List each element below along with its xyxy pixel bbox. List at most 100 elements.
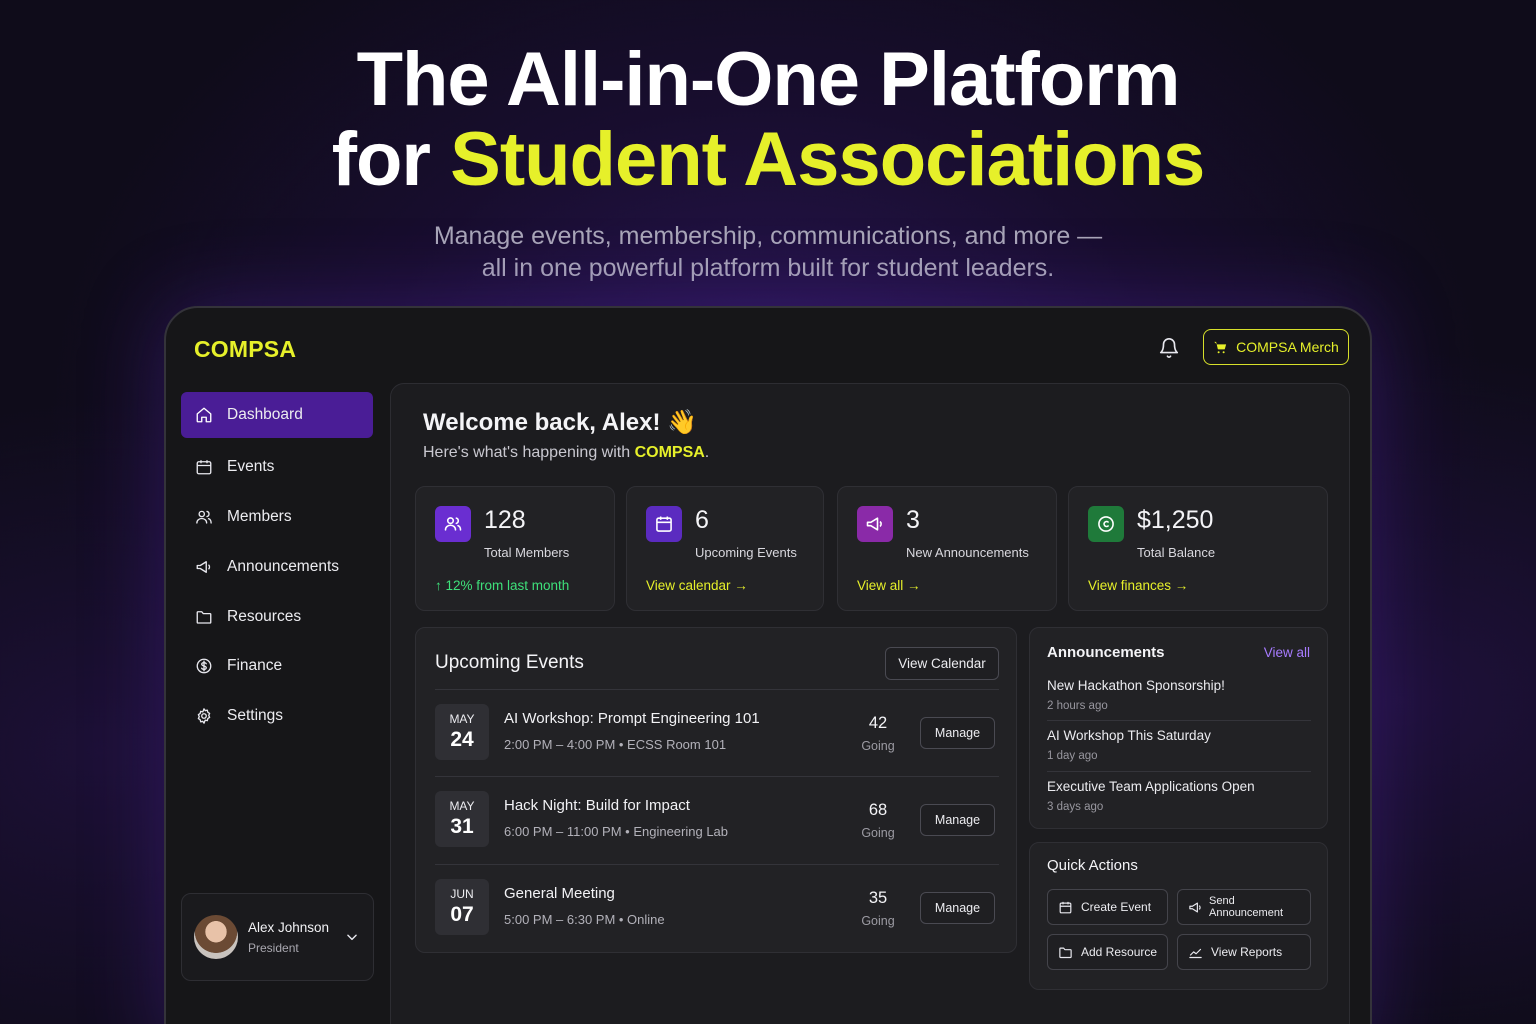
- manage-button[interactable]: Manage: [920, 804, 995, 836]
- event-month: MAY: [449, 712, 475, 726]
- send-announcement-button[interactable]: Send Announcement: [1177, 889, 1311, 925]
- event-row[interactable]: MAY 31 Hack Night: Build for Impact 6:00…: [435, 776, 999, 864]
- event-month: JUN: [450, 887, 474, 901]
- stat-value: 6: [695, 506, 709, 534]
- sidebar-item-label: Settings: [227, 707, 284, 724]
- megaphone-icon: [1188, 900, 1203, 915]
- event-day: 07: [450, 903, 474, 926]
- users-icon: [435, 506, 471, 542]
- event-meta: 6:00 PM – 11:00 PM • Engineering Lab: [504, 824, 729, 839]
- sidebar-item-label: Events: [227, 458, 275, 475]
- sidebar-item-finance[interactable]: Finance: [181, 643, 373, 689]
- hero-title: The All-in-One Platform for Student Asso…: [0, 40, 1536, 200]
- hero-title-line1: The All-in-One Platform: [356, 37, 1181, 122]
- sidebar-item-events[interactable]: Events: [181, 444, 373, 490]
- event-date: MAY 24: [435, 704, 489, 760]
- sidebar-item-settings[interactable]: Settings: [181, 693, 373, 739]
- calendar-icon: [195, 458, 213, 476]
- event-going-label: Going: [861, 739, 895, 753]
- welcome-subtitle-org: COMPSA: [634, 444, 705, 461]
- event-going-count: 42: [868, 714, 888, 732]
- announcement-title: Executive Team Applications Open: [1047, 779, 1255, 794]
- stat-label: Total Members: [484, 545, 570, 560]
- event-row[interactable]: MAY 24 AI Workshop: Prompt Engineering 1…: [435, 689, 999, 777]
- event-day: 31: [450, 815, 474, 838]
- view-calendar-link[interactable]: View calendar →: [646, 578, 748, 593]
- event-date: MAY 31: [435, 791, 489, 847]
- sidebar-item-label: Finance: [227, 657, 283, 674]
- hero-title-prefix: for: [331, 117, 451, 202]
- sidebar-item-resources[interactable]: Resources: [181, 594, 373, 640]
- chart-line-icon: [1188, 945, 1203, 960]
- stat-label: Upcoming Events: [695, 545, 797, 560]
- add-resource-button[interactable]: Add Resource: [1047, 934, 1168, 970]
- folder-icon: [195, 608, 213, 626]
- stat-trend: ↑ 12% from last month: [435, 578, 570, 593]
- manage-button[interactable]: Manage: [920, 892, 995, 924]
- stat-card-members: 128 Total Members ↑ 12% from last month: [415, 486, 615, 611]
- announcement-item[interactable]: AI Workshop This Saturday 1 day ago: [1047, 728, 1311, 762]
- stat-value: 3: [906, 506, 920, 534]
- megaphone-icon: [195, 558, 213, 576]
- stat-label: Total Balance: [1137, 545, 1216, 560]
- merch-button[interactable]: COMPSA Merch: [1203, 329, 1349, 365]
- stat-value: $1,250: [1137, 506, 1214, 534]
- hero-subtitle-line2: all in one powerful platform built for s…: [481, 254, 1055, 282]
- view-calendar-button[interactable]: View Calendar: [885, 647, 999, 680]
- announcement-title: AI Workshop This Saturday: [1047, 728, 1211, 743]
- announcement-item[interactable]: New Hackathon Sponsorship! 2 hours ago: [1047, 678, 1311, 712]
- gear-icon: [195, 707, 213, 725]
- hero-subtitle-line1: Manage events, membership, communication…: [433, 222, 1103, 250]
- announcements-title: Announcements: [1047, 644, 1165, 661]
- calendar-icon: [1058, 900, 1073, 915]
- chevron-down-icon[interactable]: [345, 930, 359, 944]
- event-meta: 2:00 PM – 4:00 PM • ECSS Room 101: [504, 737, 727, 752]
- event-going-count: 68: [868, 801, 888, 819]
- announcement-item[interactable]: Executive Team Applications Open 3 days …: [1047, 779, 1311, 813]
- bell-icon[interactable]: [1158, 336, 1180, 360]
- stat-value: 128: [484, 506, 526, 534]
- sidebar-item-dashboard[interactable]: Dashboard: [181, 392, 373, 438]
- view-all-announcements-link[interactable]: View all →: [857, 578, 921, 593]
- sidebar-item-members[interactable]: Members: [181, 494, 373, 540]
- users-icon: [195, 508, 213, 526]
- events-title: Upcoming Events: [435, 652, 584, 673]
- event-meta: 5:00 PM – 6:30 PM • Online: [504, 912, 665, 927]
- event-row[interactable]: JUN 07 General Meeting 5:00 PM – 6:30 PM…: [435, 864, 999, 952]
- create-event-button[interactable]: Create Event: [1047, 889, 1168, 925]
- announcement-time: 2 hours ago: [1047, 700, 1108, 712]
- sidebar-item-label: Announcements: [227, 558, 340, 575]
- stat-card-events: 6 Upcoming Events View calendar →: [626, 486, 824, 611]
- sidebar-item-label: Members: [227, 508, 292, 525]
- manage-button[interactable]: Manage: [920, 717, 995, 749]
- event-name: Hack Night: Build for Impact: [504, 797, 690, 814]
- sidebar-item-label: Dashboard: [227, 406, 303, 423]
- event-day: 24: [450, 728, 474, 751]
- stat-card-announcements: 3 New Announcements View all →: [837, 486, 1057, 611]
- event-date: JUN 07: [435, 879, 489, 935]
- announcements-card: Announcements View all New Hackathon Spo…: [1029, 627, 1328, 829]
- view-finances-link[interactable]: View finances →: [1088, 578, 1188, 593]
- welcome-title: Welcome back, Alex! 👋: [423, 409, 697, 436]
- quick-actions-title: Quick Actions: [1047, 857, 1138, 874]
- user-role: President: [248, 940, 299, 955]
- event-month: MAY: [449, 799, 475, 813]
- currency-icon: [1088, 506, 1124, 542]
- merch-label: COMPSA Merch: [1236, 339, 1339, 355]
- create-event-label: Create Event: [1081, 900, 1152, 914]
- view-reports-button[interactable]: View Reports: [1177, 934, 1311, 970]
- app-logo[interactable]: COMPSA: [194, 336, 296, 363]
- calendar-icon: [646, 506, 682, 542]
- cart-icon: [1213, 340, 1228, 355]
- sidebar-item-announcements[interactable]: Announcements: [181, 544, 373, 590]
- avatar: [194, 915, 238, 959]
- divider: [1047, 720, 1311, 721]
- dashboard-main: Welcome back, Alex! 👋 Here's what's happ…: [390, 383, 1350, 1024]
- user-menu[interactable]: Alex Johnson President: [181, 893, 374, 981]
- hero-subtitle: Manage events, membership, communication…: [0, 220, 1536, 284]
- add-resource-label: Add Resource: [1081, 945, 1158, 959]
- hero-title-accent: Student Associations: [450, 117, 1205, 202]
- announcements-view-all-link[interactable]: View all: [1264, 645, 1310, 660]
- folder-icon: [1058, 945, 1073, 960]
- app-window: COMPSA COMPSA Merch Dashboard Events Mem…: [164, 306, 1372, 1024]
